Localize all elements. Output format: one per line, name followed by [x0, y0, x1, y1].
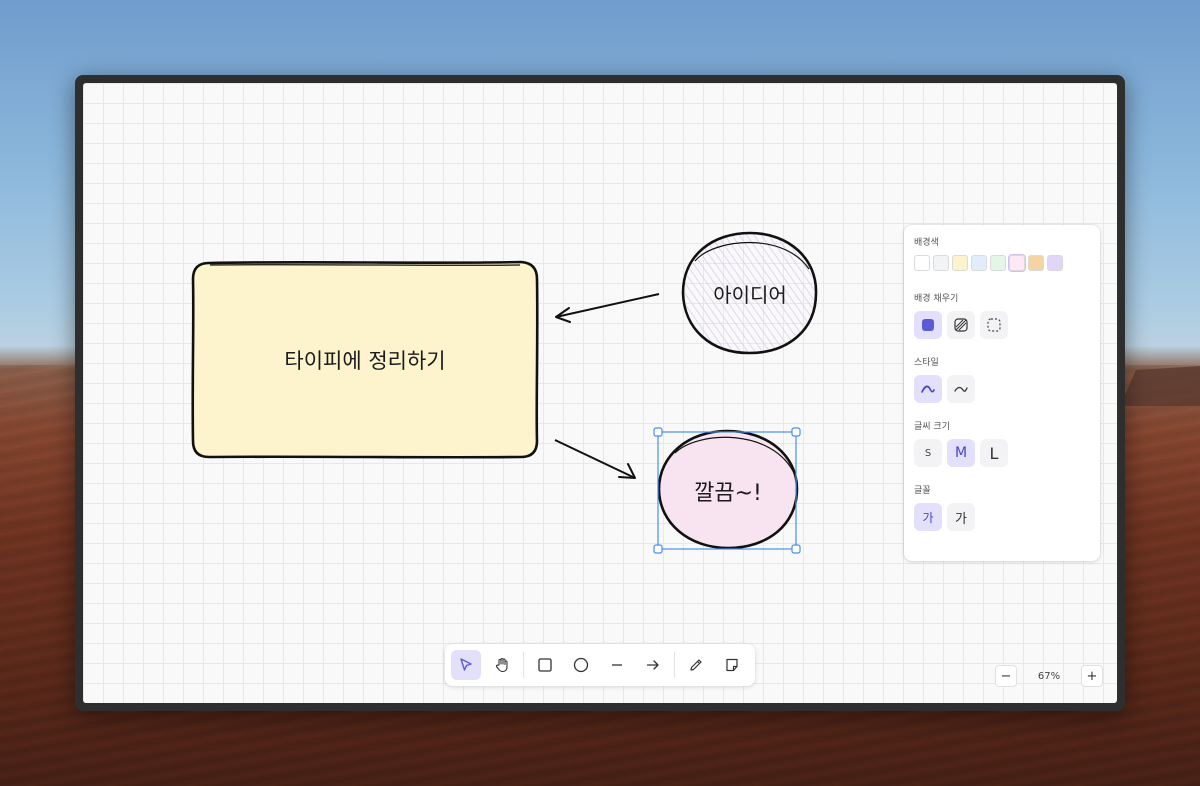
- font-size-l-button[interactable]: L: [980, 439, 1008, 467]
- font-size-title: 글씨 크기: [914, 422, 950, 432]
- arrow-tool-button[interactable]: [638, 650, 668, 680]
- font-size-s-label: S: [924, 447, 932, 459]
- style-smooth-button[interactable]: [947, 375, 975, 403]
- fill-section: 배경 채우기: [914, 291, 1090, 339]
- fill-none-button[interactable]: [980, 311, 1008, 339]
- font-normal-button[interactable]: 가: [947, 503, 975, 531]
- pencil-tool-button[interactable]: [681, 650, 711, 680]
- swatch-orange[interactable]: [1028, 255, 1044, 271]
- style-sketchy-button[interactable]: [914, 375, 942, 403]
- font-size-m-button[interactable]: M: [947, 439, 975, 467]
- arrow-right-icon: [646, 660, 659, 670]
- sticky-note-icon: [726, 658, 738, 672]
- neat-label[interactable]: 깔끔~!: [659, 475, 797, 507]
- arrow-idea-to-rect[interactable]: [555, 293, 660, 323]
- font-handwritten-label: 가: [922, 510, 934, 525]
- ellipse-tool-button[interactable]: [566, 650, 596, 680]
- rectangle-tool-button[interactable]: [530, 650, 560, 680]
- device-frame: 타이피에 정리하기 아이디어 깔끔~! 배경색 배경 채우기 스타일 글씨 크기…: [75, 75, 1125, 711]
- background-color-title: 배경색: [914, 238, 939, 248]
- font-title: 글꼴: [914, 486, 931, 496]
- resize-handle-top-right[interactable]: [791, 427, 801, 437]
- cursor-icon: [460, 658, 472, 671]
- resize-handle-bottom-left[interactable]: [653, 544, 663, 554]
- smooth-stroke-icon: [954, 386, 968, 392]
- whiteboard-canvas[interactable]: 타이피에 정리하기 아이디어 깔끔~! 배경색 배경 채우기 스타일 글씨 크기…: [83, 83, 1117, 703]
- pencil-icon: [690, 659, 702, 671]
- swatch-pink[interactable]: [1008, 254, 1026, 272]
- select-tool-button[interactable]: [451, 650, 481, 680]
- style-title: 스타일: [914, 358, 939, 368]
- zoom-control: − 67% +: [995, 664, 1103, 688]
- font-normal-label: 가: [955, 511, 967, 527]
- style-section: 스타일: [914, 355, 1090, 403]
- note-tool-button[interactable]: [717, 650, 747, 680]
- line-tool-button[interactable]: [602, 650, 632, 680]
- sketchy-stroke-icon: [921, 385, 935, 393]
- line-icon: [612, 664, 622, 666]
- swatch-gray[interactable]: [933, 255, 949, 271]
- font-size-l-label: L: [989, 443, 999, 463]
- fill-hatch-icon: [954, 318, 968, 332]
- zoom-level: 67%: [1037, 670, 1061, 682]
- swatch-yellow[interactable]: [952, 255, 968, 271]
- rectangle-icon: [538, 658, 552, 672]
- color-swatches: [914, 254, 1090, 272]
- resize-handle-top-left[interactable]: [653, 427, 663, 437]
- fill-solid-button[interactable]: [914, 311, 942, 339]
- font-size-s-button[interactable]: S: [914, 439, 942, 467]
- font-handwritten-button[interactable]: 가: [914, 503, 942, 531]
- background-color-section: 배경색: [914, 235, 1090, 272]
- circle-icon: [573, 657, 589, 673]
- swatch-purple[interactable]: [1047, 255, 1063, 271]
- zoom-in-button[interactable]: +: [1080, 665, 1103, 687]
- font-section: 글꼴 가 가: [914, 483, 1090, 531]
- fill-hatch-button[interactable]: [947, 311, 975, 339]
- resize-handle-bottom-right[interactable]: [791, 544, 801, 554]
- toolbar-divider: [674, 652, 675, 678]
- toolbar-divider: [523, 652, 524, 678]
- arrow-rect-to-neat[interactable]: [554, 439, 636, 479]
- font-size-m-label: M: [954, 445, 968, 461]
- zoom-out-button[interactable]: −: [995, 665, 1017, 687]
- hand-tool-button[interactable]: [487, 650, 517, 680]
- idea-label[interactable]: 아이디어: [683, 279, 817, 308]
- hand-icon: [495, 657, 508, 673]
- swatch-blue[interactable]: [971, 255, 987, 271]
- bottom-toolbar: [445, 644, 755, 686]
- swatch-white[interactable]: [914, 255, 930, 271]
- fill-title: 배경 채우기: [914, 294, 959, 304]
- font-size-section: 글씨 크기 S M L: [914, 419, 1090, 467]
- rectangle-label[interactable]: 타이피에 정리하기: [193, 345, 537, 375]
- fill-none-icon: [987, 318, 1001, 332]
- properties-panel: 배경색 배경 채우기 스타일 글씨 크기 S M L 글꼴 가 가: [904, 225, 1100, 561]
- fill-solid-icon: [922, 319, 934, 331]
- swatch-green[interactable]: [990, 255, 1006, 271]
